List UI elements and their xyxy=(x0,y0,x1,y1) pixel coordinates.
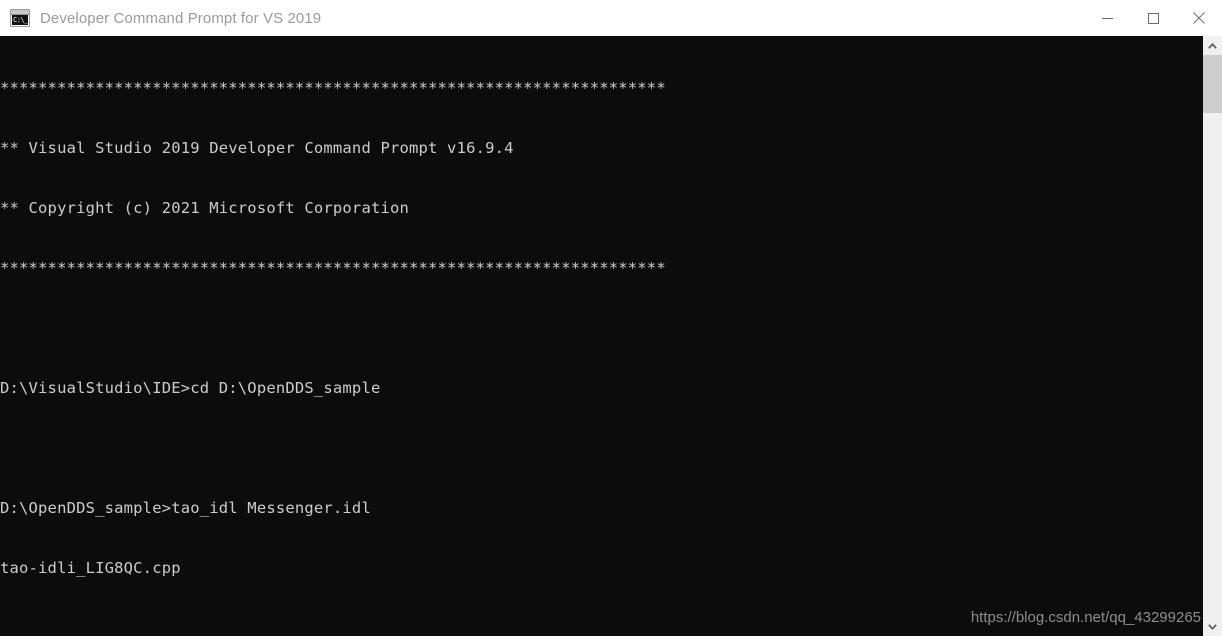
vertical-scrollbar[interactable] xyxy=(1203,36,1222,636)
scroll-down-icon xyxy=(1208,623,1217,630)
window-controls xyxy=(1084,0,1222,36)
console-output-area[interactable]: ****************************************… xyxy=(0,36,1203,636)
window-title: Developer Command Prompt for VS 2019 xyxy=(40,9,322,27)
console-line: tao-idli_LIG8QC.cpp xyxy=(0,559,181,577)
close-icon xyxy=(1193,12,1205,24)
console-line: ** Visual Studio 2019 Developer Command … xyxy=(0,139,514,157)
scroll-up-icon xyxy=(1208,42,1217,49)
maximize-icon xyxy=(1147,12,1159,24)
watermark-url: https://blog.csdn.net/qq_43299265 xyxy=(970,609,1201,626)
console-line: D:\VisualStudio\IDE>cd D:\OpenDDS_sample xyxy=(0,379,381,397)
console-window: C:\_ Developer Command Prompt for VS 201… xyxy=(0,0,1222,636)
scrollbar-track[interactable] xyxy=(1203,55,1222,617)
title-bar[interactable]: C:\_ Developer Command Prompt for VS 201… xyxy=(0,0,1222,36)
close-button[interactable] xyxy=(1176,0,1222,36)
console-line: ****************************************… xyxy=(0,259,666,277)
console-text: ****************************************… xyxy=(0,38,666,636)
console-line: ** Copyright (c) 2021 Microsoft Corporat… xyxy=(0,199,410,217)
maximize-button[interactable] xyxy=(1130,0,1176,36)
command-prompt-icon: C:\_ xyxy=(10,9,30,27)
scroll-up-button[interactable] xyxy=(1203,36,1222,55)
scrollbar-thumb[interactable] xyxy=(1203,55,1222,113)
scroll-down-button[interactable] xyxy=(1203,617,1222,636)
icon-prompt-glyph: C:\_ xyxy=(12,15,28,25)
console-line: D:\OpenDDS_sample>tao_idl Messenger.idl xyxy=(0,499,371,517)
minimize-icon xyxy=(1101,17,1113,19)
console-line: ****************************************… xyxy=(0,79,666,97)
minimize-button[interactable] xyxy=(1084,0,1130,36)
